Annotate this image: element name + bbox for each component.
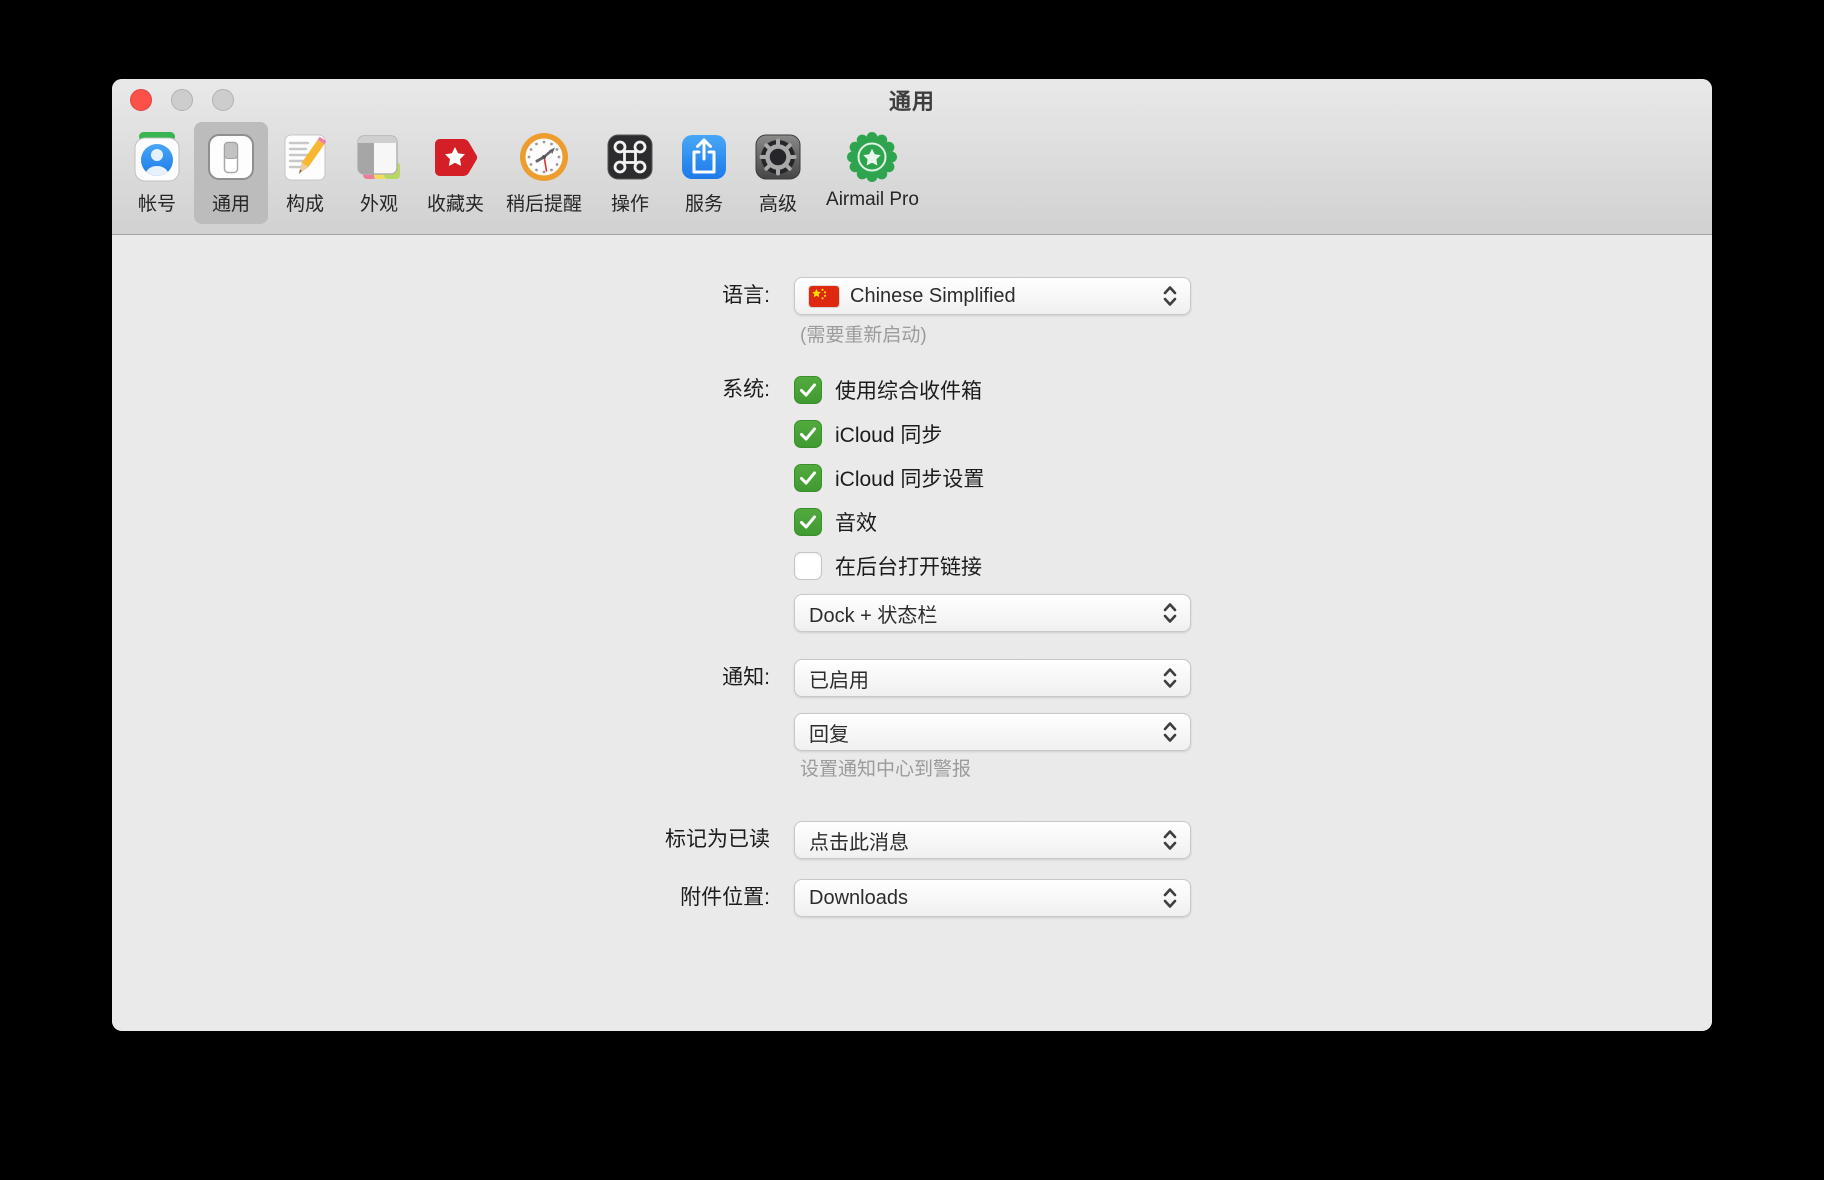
toolbar-item-label: 帐号 [138, 189, 176, 216]
toolbar-item-label: 通用 [212, 189, 250, 216]
toolbar-item-general[interactable]: 通用 [194, 122, 268, 224]
mark-as-read-select[interactable]: 点击此消息 [794, 821, 1191, 859]
traffic-lights [130, 89, 234, 111]
attachment-location-row: 附件位置: Downloads [112, 879, 1712, 917]
notifications-state-select[interactable]: 已启用 [794, 659, 1191, 697]
language-row: 语言: Chinese Simplified [112, 277, 1712, 315]
titlebar: 通用 [112, 79, 1712, 121]
general-preferences-pane: 语言: Chinese Simplified [112, 235, 1712, 1030]
notification-center-note: 设置通知中心到警报 [800, 758, 1712, 781]
accounts-icon [131, 130, 183, 184]
toolbar-item-services[interactable]: 服务 [667, 122, 741, 224]
airmail-pro-icon [846, 130, 898, 184]
toolbar-item-label: 构成 [286, 189, 324, 216]
checkbox-row-open-links-background: 在后台打开链接 [794, 552, 984, 580]
toolbar-item-label: Airmail Pro [826, 189, 919, 211]
composing-icon [279, 130, 331, 184]
stepper-icon [1161, 600, 1179, 626]
actions-icon [604, 130, 656, 184]
snooze-icon [518, 130, 570, 184]
china-flag-icon [809, 286, 839, 307]
notifications-row: 通知: 已启用 [112, 659, 1712, 697]
appearance-icon [353, 130, 405, 184]
toolbar-item-appearance[interactable]: 外观 [342, 122, 416, 224]
close-button[interactable] [130, 89, 152, 111]
notifications-state-value: 已启用 [809, 664, 869, 693]
mark-as-read-value: 点击此消息 [809, 826, 909, 855]
dock-statusbar-select-value: Dock + 状态栏 [809, 599, 937, 628]
zoom-button[interactable] [212, 89, 234, 111]
favorites-icon [430, 130, 482, 184]
window-title: 通用 [889, 84, 935, 116]
checkbox-label: 使用综合收件箱 [835, 375, 982, 405]
notifications-label: 通知: [112, 659, 770, 697]
notification-action-value: 回复 [809, 718, 849, 747]
toolbar-item-label: 收藏夹 [427, 189, 484, 216]
stepper-icon [1161, 827, 1179, 853]
language-select[interactable]: Chinese Simplified [794, 277, 1191, 315]
toolbar-item-label: 服务 [685, 189, 723, 216]
mark-as-read-label: 标记为已读 [112, 821, 770, 859]
system-section: 系统: 使用综合收件箱 iCloud 同步 [112, 376, 1712, 580]
attachment-location-label: 附件位置: [112, 879, 770, 917]
toolbar-item-accounts[interactable]: 帐号 [120, 122, 194, 224]
toolbar-item-favorites[interactable]: 收藏夹 [416, 122, 495, 224]
language-select-value: Chinese Simplified [850, 285, 1016, 308]
minimize-button[interactable] [171, 89, 193, 111]
checkbox-row-sounds: 音效 [794, 508, 984, 536]
toolbar-item-label: 操作 [611, 189, 649, 216]
toolbar-item-actions[interactable]: 操作 [593, 122, 667, 224]
checkbox-row-unified-inbox: 使用综合收件箱 [794, 376, 984, 404]
language-label: 语言: [112, 277, 770, 315]
advanced-icon [752, 130, 804, 184]
checkbox-label: 音效 [835, 507, 877, 537]
checkbox-row-icloud-sync: iCloud 同步 [794, 420, 984, 448]
checkbox-icloud-sync-settings[interactable] [794, 464, 822, 492]
window-chrome: 通用 帐号 [112, 79, 1712, 235]
mark-as-read-row: 标记为已读 点击此消息 [112, 821, 1712, 859]
checkbox-label: 在后台打开链接 [835, 551, 982, 581]
checkbox-sounds[interactable] [794, 508, 822, 536]
notification-action-select[interactable]: 回复 [794, 713, 1191, 751]
preferences-toolbar: 帐号 通用 [112, 121, 1712, 224]
toolbar-item-label: 外观 [360, 189, 398, 216]
stepper-icon [1161, 885, 1179, 911]
checkbox-label: iCloud 同步设置 [835, 463, 984, 493]
checkbox-row-icloud-sync-settings: iCloud 同步设置 [794, 464, 984, 492]
system-label: 系统: [112, 376, 770, 404]
language-restart-note: (需要重新启动) [800, 324, 1712, 347]
toolbar-item-advanced[interactable]: 高级 [741, 122, 815, 224]
services-icon [678, 130, 730, 184]
stepper-icon [1161, 719, 1179, 745]
attachment-location-select[interactable]: Downloads [794, 879, 1191, 917]
toolbar-item-label: 稍后提醒 [506, 189, 582, 216]
stepper-icon [1161, 665, 1179, 691]
toolbar-item-snooze[interactable]: 稍后提醒 [495, 122, 593, 224]
checkbox-icloud-sync[interactable] [794, 420, 822, 448]
dock-statusbar-select[interactable]: Dock + 状态栏 [794, 594, 1191, 632]
stepper-icon [1161, 283, 1179, 309]
checkbox-unified-inbox[interactable] [794, 376, 822, 404]
toolbar-item-airmail-pro[interactable]: Airmail Pro [815, 122, 930, 219]
attachment-location-value: Downloads [809, 887, 908, 910]
general-icon [205, 130, 257, 184]
checkbox-open-links-background[interactable] [794, 552, 822, 580]
preferences-window: 通用 帐号 [112, 79, 1712, 1031]
checkbox-label: iCloud 同步 [835, 419, 942, 449]
toolbar-item-label: 高级 [759, 189, 797, 216]
toolbar-item-composing[interactable]: 构成 [268, 122, 342, 224]
